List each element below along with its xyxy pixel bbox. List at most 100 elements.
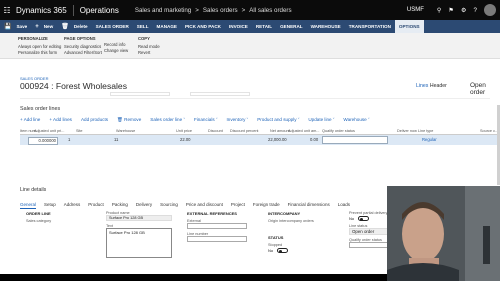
column-header[interactable]: Deliver now — [397, 129, 417, 133]
tab-general[interactable]: General — [20, 202, 37, 209]
tab-packing[interactable]: Packing — [112, 202, 128, 209]
tab-foreign-trade[interactable]: Foreign trade — [253, 202, 280, 209]
order-line-group: ORDER LINE Sales category — [26, 211, 51, 223]
lines-toolbar: + Add line + Add lines Add products 🗑 Re… — [20, 117, 500, 125]
warehouse-cell[interactable]: 11 — [114, 137, 118, 142]
adjusted-amount-cell[interactable]: 0.00 — [310, 137, 318, 142]
column-header[interactable]: Adjusted unit pri... — [34, 129, 64, 133]
line-number-field[interactable] — [187, 236, 247, 242]
tab-transportation[interactable]: TRANSPORTATION — [345, 24, 395, 29]
breadcrumb-item[interactable]: Sales orders — [203, 7, 238, 14]
advanced-filter-button[interactable]: Advanced Filter/Sort — [64, 50, 102, 56]
tab-retail[interactable]: RETAIL — [252, 24, 276, 29]
column-header[interactable]: Discount — [208, 129, 223, 133]
tab-manage[interactable]: MANAGE — [153, 24, 181, 29]
tab-address[interactable]: Address — [64, 202, 81, 209]
add-lines-button[interactable]: + Add lines — [49, 117, 72, 125]
new-icon: + — [35, 23, 39, 30]
tab-warehouse[interactable]: WAREHOUSE — [307, 24, 345, 29]
stopped-toggle[interactable]: No — [268, 248, 314, 253]
inventory-menu[interactable]: Inventory ˇ — [226, 117, 248, 125]
company-picker[interactable]: USMF — [407, 7, 424, 13]
toggle-value: No — [349, 216, 355, 221]
sales-order-line-label: Sales order line — [150, 117, 183, 122]
chevron-down-icon: ˇ — [215, 117, 218, 122]
tab-delivery[interactable]: Delivery — [136, 202, 152, 209]
chevron-down-icon: ˇ — [332, 117, 335, 122]
tab-loads[interactable]: Loads — [338, 202, 350, 209]
unit-price-cell[interactable]: 22.00 — [180, 137, 190, 142]
adjusted-unit-price-cell[interactable]: 0.000000 — [28, 136, 58, 145]
section-title[interactable]: Sales order lines — [20, 106, 60, 112]
tab-options[interactable]: OPTIONS — [394, 20, 424, 33]
warehouse-label: Warehouse — [343, 117, 367, 122]
app-launcher-icon[interactable]: ☷ — [0, 6, 14, 15]
tab-sales-order[interactable]: SALES ORDER — [92, 24, 133, 29]
change-view-button[interactable]: Change view — [104, 48, 128, 54]
column-header[interactable]: Discount percent — [230, 129, 259, 133]
tab-general[interactable]: GENERAL — [276, 24, 306, 29]
column-header[interactable]: Qualify order status — [322, 129, 355, 133]
column-header[interactable]: Net amount — [270, 129, 290, 133]
breadcrumb-item[interactable]: Sales and marketing — [135, 7, 191, 14]
header-view-link[interactable]: Header — [430, 83, 447, 89]
tab-sell[interactable]: SELL — [133, 24, 153, 29]
lines-view-link[interactable]: Lines — [416, 83, 428, 89]
net-amount-cell[interactable]: 22,000.00 — [268, 137, 287, 142]
external-field[interactable] — [187, 223, 247, 229]
help-icon[interactable]: ? — [474, 7, 477, 14]
tab-product[interactable]: Product — [88, 202, 104, 209]
financials-menu[interactable]: Financials ˇ — [194, 117, 218, 125]
delete-button[interactable]: Delete — [70, 24, 92, 29]
tab-setup[interactable]: Setup — [44, 202, 56, 209]
text-area[interactable]: Surface Pro 128 GB — [106, 228, 172, 258]
add-line-button[interactable]: + Add line — [20, 117, 40, 125]
save-button[interactable]: Save — [12, 24, 31, 29]
update-line-menu[interactable]: Update line ˇ — [308, 117, 334, 125]
breadcrumb-separator: > — [241, 6, 246, 14]
line-type-cell[interactable]: Regular — [422, 137, 437, 142]
column-header[interactable]: Warehouse — [116, 129, 135, 133]
column-header[interactable]: Adjusted unit am... — [288, 129, 319, 133]
tab-invoice[interactable]: INVOICE — [225, 24, 252, 29]
notification-icon[interactable]: ⚑ — [448, 7, 454, 14]
column-header[interactable]: Unit price — [176, 129, 192, 133]
settings-icon[interactable]: ⚙ — [461, 7, 467, 14]
group-title: STATUS — [268, 235, 284, 240]
sales-order-line-menu[interactable]: Sales order line ˇ — [150, 117, 185, 125]
ribbon-group-copy: COPY Read mode Revert — [138, 36, 160, 56]
column-header[interactable]: Line type — [418, 129, 433, 133]
ribbon-group-title: PERSONALIZE — [18, 36, 48, 41]
remove-label: Remove — [124, 117, 142, 122]
warehouse-menu[interactable]: Warehouse ˇ — [343, 117, 369, 125]
topbar-right: USMF ⚲ ⚑ ⚙ ? — [407, 4, 500, 16]
add-products-button[interactable]: Add products — [81, 117, 108, 125]
search-icon[interactable]: ⚲ — [437, 7, 442, 14]
tab-sourcing[interactable]: Sourcing — [160, 202, 178, 209]
column-header[interactable]: Source c... — [480, 129, 498, 133]
qualify-order-status-field[interactable] — [322, 136, 388, 144]
product-name[interactable]: Dynamics 365 — [16, 6, 67, 15]
breadcrumb-item[interactable]: All sales orders — [249, 7, 291, 14]
tab-project[interactable]: Project — [231, 202, 245, 209]
page-title: 000924 : Forest Wholesales — [20, 81, 128, 91]
grid-header: Item num... Adjusted unit pri... Site Wa… — [20, 127, 500, 135]
new-button[interactable]: New — [40, 24, 57, 29]
personalize-form-button[interactable]: Personalize this form — [18, 50, 61, 56]
product-name-field[interactable]: Surface Pro 128 GB — [106, 215, 172, 221]
chevron-down-icon: ˇ — [368, 117, 370, 122]
delete-icon: 🗑 — [61, 24, 69, 30]
tab-pick-and-pack[interactable]: PICK AND PACK — [181, 24, 225, 29]
module-name[interactable]: Operations — [80, 6, 119, 15]
column-header[interactable]: Site — [76, 129, 83, 133]
table-row[interactable]: 0.000000 1 11 22.00 22,000.00 0.00 Regul… — [20, 135, 500, 145]
site-cell[interactable]: 1 — [68, 137, 70, 142]
intercompany-group: INTERCOMPANY Origin intercompany orders … — [268, 211, 314, 253]
tab-financial-dimensions[interactable]: Financial dimensions — [288, 202, 330, 209]
revert-button[interactable]: Revert — [138, 50, 160, 56]
avatar[interactable] — [484, 4, 496, 16]
product-and-supply-menu[interactable]: Product and supply ˇ — [257, 117, 299, 125]
tab-price-and-discount[interactable]: Price and discount — [186, 202, 223, 209]
remove-button[interactable]: 🗑 Remove — [117, 117, 141, 125]
add-lines-label: Add lines — [53, 117, 72, 122]
